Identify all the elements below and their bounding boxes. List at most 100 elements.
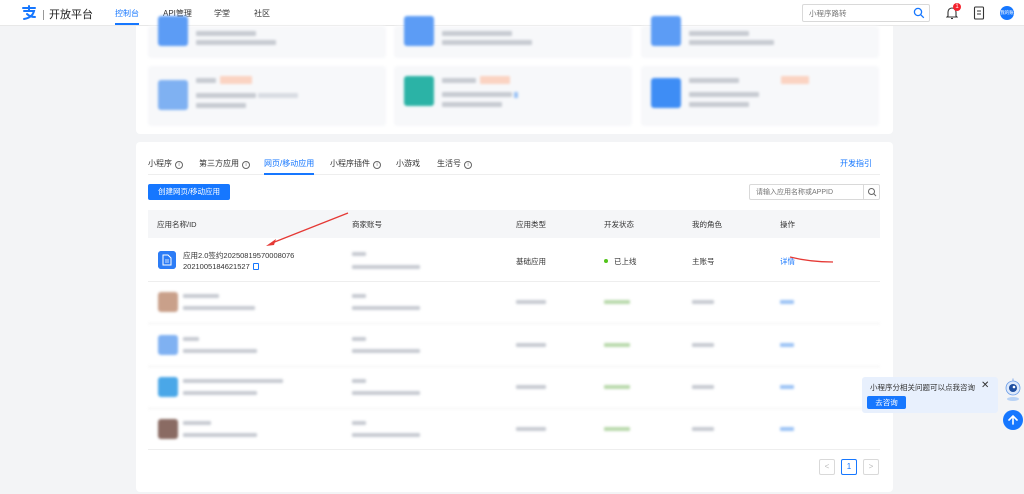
blurred-tag: [220, 76, 252, 84]
blurred-text: [183, 391, 257, 395]
app-thumb: [404, 16, 434, 46]
app-tile[interactable]: [148, 66, 386, 126]
app-tile[interactable]: [641, 16, 879, 58]
tab-label: 小程序: [148, 159, 172, 168]
tab-life-account[interactable]: 生活号 i: [437, 158, 472, 169]
app-tile[interactable]: [394, 66, 632, 126]
app-thumb: [651, 16, 681, 46]
recent-apps-card: [136, 16, 893, 134]
blurred-text: [692, 300, 714, 304]
row-divider: [148, 408, 880, 409]
app-thumb: [158, 377, 178, 397]
blurred-text: [516, 343, 546, 347]
blurred-text: [780, 427, 794, 431]
back-to-top-button[interactable]: [1003, 410, 1023, 430]
alipay-logo-icon[interactable]: [21, 5, 37, 21]
robot-assistant-icon[interactable]: [1004, 378, 1022, 402]
blurred-text: [352, 306, 420, 310]
top-search-input[interactable]: [809, 5, 909, 21]
blurred-text: [352, 337, 366, 341]
prev-page-button[interactable]: <: [819, 459, 835, 475]
blurred-text: [442, 78, 476, 83]
blurred-text: [352, 391, 420, 395]
blurred-text: [442, 92, 512, 97]
blurred-text: [352, 252, 366, 256]
tab-mini-game[interactable]: 小游戏: [396, 158, 420, 169]
app-thumb: [158, 335, 178, 355]
app-tile[interactable]: [148, 16, 386, 58]
column-header-app-type: 应用类型: [516, 220, 546, 229]
blurred-text: [196, 78, 216, 83]
tab-mini-program-plugin[interactable]: 小程序插件 i: [330, 158, 381, 169]
copy-icon[interactable]: [252, 263, 259, 270]
app-search-input[interactable]: [756, 185, 861, 199]
blurred-text: [780, 385, 794, 389]
blurred-text: [780, 300, 794, 304]
blurred-text: [689, 102, 749, 107]
blurred-text: [183, 337, 199, 341]
search-icon: [868, 188, 877, 197]
close-icon[interactable]: ✕: [981, 380, 989, 391]
column-header-my-role: 我的角色: [692, 220, 722, 229]
blurred-text: [442, 40, 532, 45]
blurred-text: [516, 427, 546, 431]
blurred-text: [442, 102, 502, 107]
info-icon[interactable]: i: [175, 161, 183, 169]
dev-guide-link[interactable]: 开发指引: [840, 158, 872, 169]
next-page-button[interactable]: >: [863, 459, 879, 475]
row-divider: [148, 281, 880, 282]
info-icon[interactable]: i: [373, 161, 381, 169]
blurred-tag: [480, 76, 510, 84]
blurred-text: [689, 31, 749, 36]
app-thumb: [158, 16, 188, 46]
user-avatar[interactable]: 我的账: [1000, 6, 1014, 20]
search-icon[interactable]: [913, 7, 925, 19]
details-link[interactable]: 详情: [780, 256, 795, 267]
nav-community[interactable]: 社区: [254, 8, 270, 19]
blurred-text: [604, 343, 630, 347]
create-web-mobile-app-button[interactable]: 创建网页/移动应用: [148, 184, 230, 200]
blurred-text: [442, 31, 512, 36]
blurred-text: [196, 40, 276, 45]
app-tile[interactable]: [641, 66, 879, 126]
app-thumb: [651, 78, 681, 108]
app-search-button[interactable]: [863, 185, 879, 199]
blurred-text: [196, 93, 256, 98]
column-header-app-name: 应用名称/ID: [157, 220, 197, 229]
page-1-button[interactable]: 1: [841, 459, 857, 475]
blurred-text: [604, 427, 630, 431]
blurred-text: [604, 300, 630, 304]
top-search-box: [802, 4, 930, 22]
table-header: [148, 210, 880, 238]
info-icon[interactable]: i: [242, 161, 250, 169]
consult-button[interactable]: 去咨询: [867, 396, 906, 409]
blurred-text: [692, 427, 714, 431]
blurred-tag: [781, 76, 809, 84]
status-online-dot: [604, 259, 608, 263]
app-id: 2021005184621527: [183, 262, 259, 271]
blurred-text: [516, 300, 546, 304]
blurred-text: [689, 40, 774, 45]
nav-academy[interactable]: 学堂: [214, 8, 230, 19]
app-type: 基础应用: [516, 257, 546, 266]
nav-console[interactable]: 控制台: [115, 8, 139, 19]
tab-label: 小游戏: [396, 159, 420, 168]
tab-label: 生活号: [437, 159, 461, 168]
blurred-text: [183, 433, 257, 437]
row-divider: [148, 366, 880, 367]
blurred-text: [183, 294, 219, 298]
blurred-mark: [514, 92, 518, 98]
tab-third-party-app[interactable]: 第三方应用 i: [199, 158, 250, 169]
app-search-box: [749, 184, 880, 200]
app-tile[interactable]: [394, 16, 632, 58]
brand-name: 开放平台: [49, 9, 93, 21]
tab-web-mobile-app[interactable]: 网页/移动应用: [264, 158, 314, 169]
info-icon[interactable]: i: [464, 161, 472, 169]
blurred-text: [689, 78, 739, 83]
brand-title[interactable]: 开放平台: [43, 6, 93, 22]
document-icon[interactable]: [973, 6, 985, 20]
blurred-text: [689, 92, 759, 97]
tab-mini-program[interactable]: 小程序 i: [148, 158, 183, 169]
app-thumb: [158, 80, 188, 110]
app-id-text: 2021005184621527: [183, 262, 250, 271]
